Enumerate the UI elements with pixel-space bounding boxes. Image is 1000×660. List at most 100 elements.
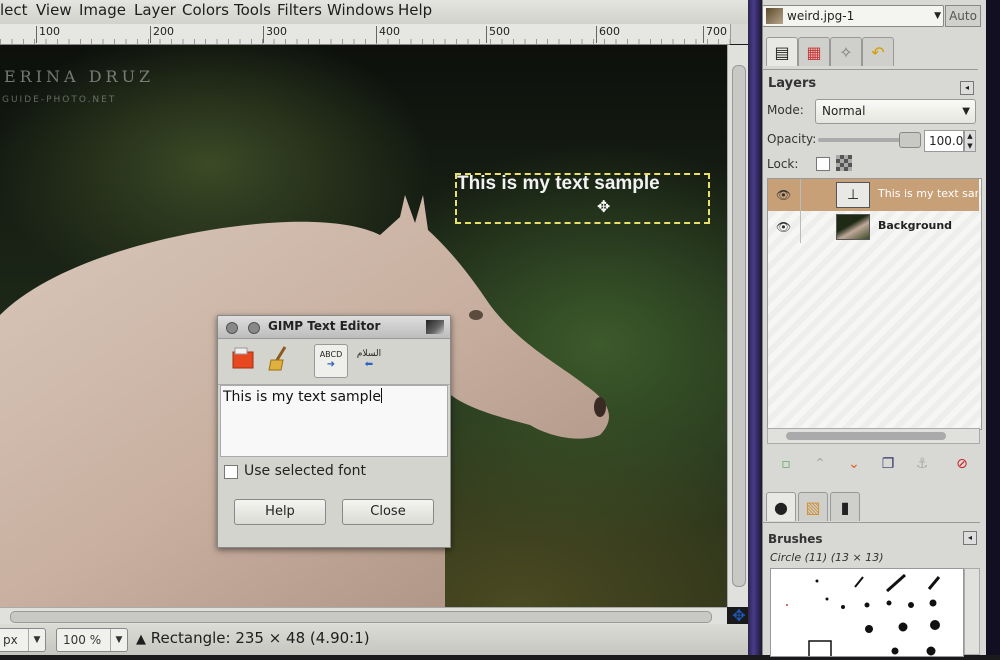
ruler-label: 400	[379, 25, 400, 38]
brushes-title: Brushes	[768, 532, 823, 546]
raise-layer-icon[interactable]: ⌃	[809, 454, 831, 474]
canvas-vertical-scrollbar[interactable]	[727, 45, 749, 607]
navigate-icon[interactable]: ✥	[730, 606, 748, 625]
canvas-text-layer[interactable]: This is my text sample	[457, 173, 660, 195]
ruler-label: 200	[153, 25, 174, 38]
auto-button[interactable]: Auto	[945, 5, 981, 27]
status-text: Rectangle: 235 × 48 (4.90:1)	[150, 629, 370, 647]
horizontal-ruler[interactable]: 100 200 300 400 500 600 700	[0, 24, 730, 45]
menu-tools[interactable]: Tools	[234, 1, 271, 19]
menu-filters[interactable]: Filters	[277, 1, 322, 19]
mode-label: Mode:	[767, 103, 804, 117]
dock-tabs: ▤ ▦ ✧ ↶	[762, 33, 978, 70]
lock-alpha-icon[interactable]	[836, 155, 852, 171]
menu-colors[interactable]: Colors	[182, 1, 229, 19]
move-cursor-icon: ✥	[597, 197, 611, 216]
rtl-button[interactable]: ﺍﻟﺴﻼﻡ ⬅	[352, 344, 386, 378]
gradients-tab-icon[interactable]: ▮	[830, 492, 860, 521]
status-message: ▲ Rectangle: 235 × 48 (4.90:1)	[136, 629, 370, 647]
ruler-label: 700	[706, 25, 727, 38]
zoom-corner-icon[interactable]	[730, 24, 749, 44]
clear-text-button[interactable]	[262, 344, 296, 378]
help-button[interactable]: Help	[234, 499, 326, 525]
layer-list-scrollbar[interactable]	[767, 428, 980, 444]
layer-actions: ▫ ⌃ ⌄ ❐ ⚓ ⊘	[767, 448, 980, 480]
layer-name: Background	[878, 219, 953, 232]
brush-grid[interactable]	[770, 568, 964, 658]
chevron-down-icon: ▼	[110, 629, 127, 651]
delete-layer-icon[interactable]: ⊘	[951, 454, 973, 474]
ltr-button[interactable]: ABCD ➜	[314, 344, 348, 378]
menu-bar: lect View Image Layer Colors Tools Filte…	[0, 0, 748, 24]
text-editor-area[interactable]: This is my text sample	[220, 385, 448, 457]
menu-view[interactable]: View	[36, 1, 72, 19]
eye-icon[interactable]: 👁	[776, 220, 791, 234]
layers-tab-icon[interactable]: ▤	[766, 37, 798, 66]
arrow-left-icon: ⬅	[364, 359, 374, 370]
brush-grid-scrollbar[interactable]	[964, 568, 980, 655]
minimize-window-icon[interactable]	[248, 322, 260, 334]
lower-layer-icon[interactable]: ⌄	[843, 454, 865, 474]
menu-select[interactable]: lect	[0, 1, 28, 19]
mode-value: Normal	[822, 104, 866, 118]
menu-help[interactable]: Help	[398, 1, 432, 19]
layer-row-text[interactable]: 👁 ⊥ This is my text sam	[768, 179, 979, 211]
duplicate-layer-icon[interactable]: ❐	[877, 454, 899, 474]
close-window-icon[interactable]	[226, 322, 238, 334]
unit-value: px	[3, 633, 18, 647]
text-editor-dialog: GIMP Text Editor ABCD ➜ ﺍﻟﺴﻼﻡ ⬅ This is …	[217, 315, 451, 548]
text-tool-icon: ⊥	[847, 187, 860, 203]
mode-select[interactable]: Normal ▼	[815, 99, 976, 124]
opacity-input[interactable]: 100.0	[924, 130, 964, 152]
clear-icon	[268, 346, 287, 371]
chevron-down-icon: ▼	[934, 11, 941, 21]
open-icon	[232, 347, 254, 369]
watermark-site: GUIDE-PHOTO.NET	[2, 95, 117, 105]
brushes-tab-icon[interactable]: ●	[766, 492, 796, 521]
ltr-label: ABCD	[319, 350, 343, 359]
panel-menu-icon[interactable]: ◂	[963, 531, 977, 545]
ruler-label: 600	[599, 25, 620, 38]
eye-icon[interactable]: 👁	[776, 188, 791, 202]
dialog-toolbar: ABCD ➜ ﺍﻟﺴﻼﻡ ⬅	[218, 338, 450, 385]
lock-checkbox[interactable]	[816, 157, 830, 171]
close-button[interactable]: Close	[342, 499, 434, 525]
open-file-button[interactable]	[226, 344, 260, 378]
zoom-value: 100 %	[63, 633, 102, 647]
opacity-spinner[interactable]: ▲ ▼	[964, 130, 976, 152]
image-selector[interactable]: weird.jpg-1 ▼	[762, 5, 944, 27]
editor-content: This is my text sample	[223, 389, 382, 405]
layer-list: 👁 ⊥ This is my text sam 👁 Background	[767, 178, 982, 430]
menu-windows[interactable]: Windows	[327, 1, 394, 19]
canvas-horizontal-scrollbar[interactable]	[0, 607, 727, 625]
undo-history-tab-icon[interactable]: ↶	[862, 37, 894, 66]
desktop-background	[748, 0, 762, 655]
channels-tab-icon[interactable]: ▦	[798, 37, 830, 66]
background-layer-thumbnail	[836, 214, 870, 240]
image-icon	[426, 320, 444, 334]
opacity-slider-handle[interactable]	[899, 132, 921, 148]
dialog-titlebar[interactable]: GIMP Text Editor	[218, 316, 450, 339]
new-layer-icon[interactable]: ▫	[775, 454, 797, 474]
menu-layer[interactable]: Layer	[134, 1, 176, 19]
menu-image[interactable]: Image	[79, 1, 126, 19]
image-select-value: weird.jpg-1	[787, 9, 855, 23]
paths-tab-icon[interactable]: ✧	[830, 37, 862, 66]
chevron-down-icon: ▼	[28, 629, 45, 651]
text-layer-thumbnail: ⊥	[836, 182, 870, 208]
zoom-select[interactable]: 100 % ▼	[56, 628, 128, 652]
watermark-name: ERINA DRUZ	[4, 67, 155, 86]
text-caret	[381, 388, 383, 403]
warning-icon: ▲	[136, 632, 146, 647]
panel-menu-icon[interactable]: ◂	[960, 81, 974, 95]
status-bar: px ▼ 100 % ▼	[0, 624, 748, 655]
anchor-layer-icon[interactable]: ⚓	[911, 454, 933, 474]
layer-row-background[interactable]: 👁 Background	[768, 211, 979, 243]
use-selected-font-label[interactable]: Use selected font	[244, 463, 366, 479]
image-thumbnail	[766, 8, 783, 24]
patterns-tab-icon[interactable]: ▧	[798, 492, 828, 521]
background-window	[986, 0, 1000, 655]
unit-select[interactable]: px ▼	[0, 628, 46, 652]
use-selected-font-checkbox[interactable]	[224, 465, 238, 479]
ruler-label: 300	[266, 25, 287, 38]
